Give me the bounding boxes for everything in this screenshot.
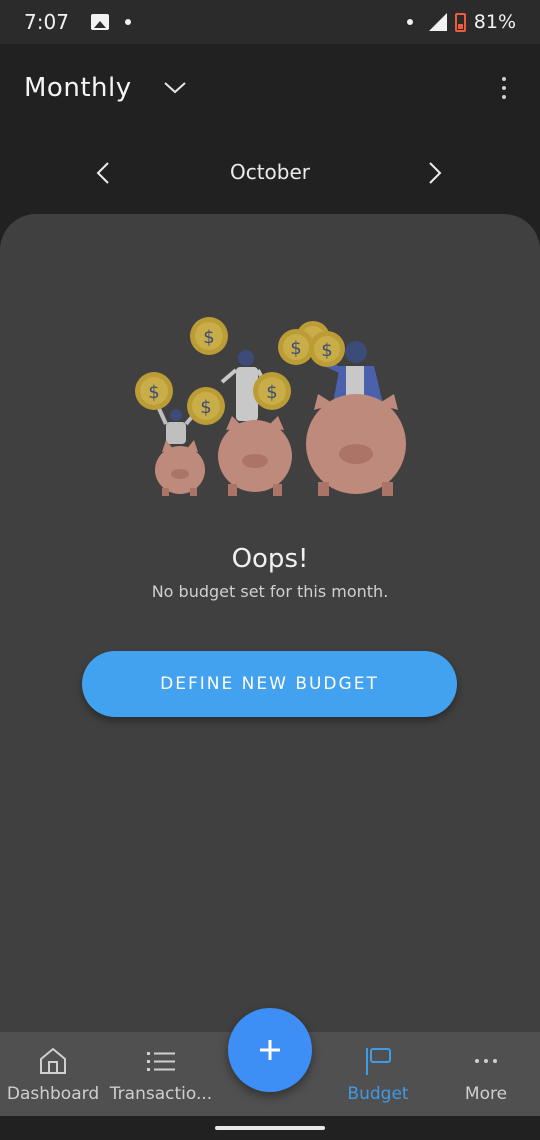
month-navigation: October [0, 140, 540, 204]
notification-dot-icon [124, 19, 131, 25]
battery-icon [454, 12, 466, 32]
nav-label-budget: Budget [347, 1084, 409, 1104]
chevron-down-icon[interactable] [163, 82, 186, 94]
add-transaction-button[interactable] [228, 1008, 312, 1092]
signal-icon [428, 13, 447, 31]
month-label: October [229, 160, 311, 184]
home-indicator[interactable] [215, 1126, 325, 1130]
nav-item-budget[interactable]: Budget [338, 1032, 418, 1116]
piggy-bank-small-icon [155, 440, 205, 496]
flag-icon [364, 1048, 392, 1075]
image-notification-icon [90, 14, 109, 30]
piggy-bank-medium-icon [218, 416, 292, 496]
home-icon [38, 1047, 68, 1074]
nav-label-transactions: Transactio... [109, 1084, 213, 1104]
nav-item-transactions[interactable]: Transactio... [106, 1032, 216, 1116]
nav-label-more: More [464, 1084, 508, 1104]
chevron-left-icon[interactable] [91, 160, 115, 186]
svg-text:$: $ [321, 340, 332, 361]
status-right: 81% [406, 11, 516, 33]
empty-state-title: Oops! [231, 544, 309, 574]
more-horiz-icon [474, 1048, 498, 1074]
define-new-budget-button[interactable]: DEFINE NEW BUDGET [82, 651, 457, 717]
battery-percent: 81% [473, 11, 516, 33]
list-icon [146, 1048, 176, 1074]
svg-text:$: $ [200, 397, 211, 418]
svg-text:$: $ [266, 382, 277, 403]
svg-text:$: $ [203, 327, 214, 348]
more-vert-icon[interactable] [492, 71, 516, 105]
chevron-right-icon[interactable] [423, 160, 447, 186]
period-selector-label[interactable]: Monthly [24, 73, 132, 103]
plus-icon [260, 1040, 280, 1060]
nav-item-dashboard[interactable]: Dashboard [4, 1032, 102, 1116]
app-header: Monthly [0, 44, 540, 132]
piggy-banks-illustration: $ $ $ $ $ $ [135, 317, 406, 496]
notification-dot-icon [406, 19, 413, 25]
piggy-bank-large-icon [306, 394, 406, 496]
nav-label-dashboard: Dashboard [6, 1084, 100, 1104]
status-time: 7:07 [24, 10, 69, 34]
svg-text:$: $ [290, 338, 301, 359]
status-bar: 7:07 81% [0, 0, 540, 44]
nav-item-more[interactable]: More [448, 1032, 524, 1116]
empty-state-subtitle: No budget set for this month. [151, 582, 389, 601]
svg-text:$: $ [148, 382, 159, 403]
